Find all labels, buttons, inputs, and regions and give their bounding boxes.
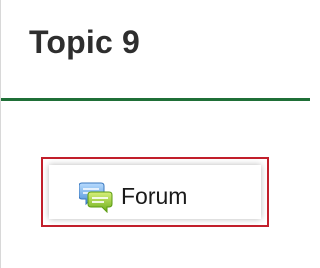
activity-highlight-box: Forum — [41, 157, 269, 227]
activity-item: Forum — [49, 165, 261, 219]
forum-activity-link[interactable]: Forum — [78, 179, 188, 214]
section-divider — [1, 98, 310, 101]
forum-label: Forum — [121, 182, 188, 209]
forum-icon — [78, 179, 113, 214]
section-title: Topic 9 — [29, 24, 141, 60]
course-page: Topic 9 Forum — [0, 0, 310, 268]
